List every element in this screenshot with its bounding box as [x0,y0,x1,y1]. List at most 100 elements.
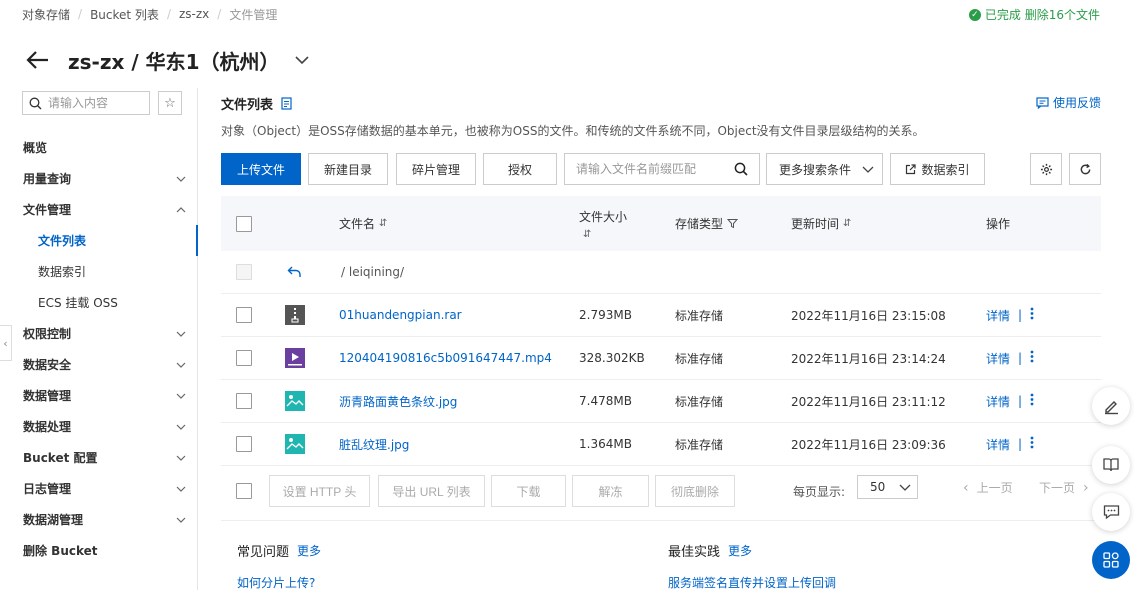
authorize-button[interactable]: 授权 [483,153,557,185]
section-title: 文件列表 [221,94,292,113]
sidebar-item-permissions[interactable]: 权限控制 [0,318,198,349]
sidebar-item-usage[interactable]: 用量查询 [0,163,198,194]
sidebar-item-ecs-mount[interactable]: ECS 挂载 OSS [0,287,198,318]
document-icon[interactable] [281,97,292,110]
refresh-button[interactable] [1069,153,1101,185]
set-http-header-button[interactable]: 设置 HTTP 头 [269,475,370,507]
file-name-link[interactable]: 沥青路面黄色条纹.jpg [339,393,457,410]
detail-link[interactable]: 详情 [986,350,1010,367]
next-page-button[interactable]: 下一页 › [1039,479,1089,496]
file-name-link[interactable]: 120404190816c5b091647447.mp4 [339,351,552,365]
apps-float-button[interactable] [1092,541,1130,579]
bulk-action-bar: 设置 HTTP 头 导出 URL 列表 下载 解冻 彻底删除 每页显示: 50 … [221,475,1101,507]
signed-upload-callback-link[interactable]: 服务端签名直传并设置上传回调 [668,574,836,590]
row-checkbox[interactable] [236,436,252,452]
sidebar-item-label: 数据安全 [23,358,72,372]
download-button[interactable]: 下载 [491,475,566,507]
sidebar-item-bucket-config[interactable]: Bucket 配置 [0,442,198,473]
file-table: 文件名 ⇵ 文件大小 ⇵ 存储类型 更新时间 ⇵ 操作 / leiqining/… [221,196,1101,466]
restore-button[interactable]: 解冻 [572,475,649,507]
detail-link[interactable]: 详情 [986,307,1010,324]
sidebar-item-file-list[interactable]: 文件列表 [0,225,198,256]
sidebar-search-input[interactable] [48,96,146,110]
export-url-list-button[interactable]: 导出 URL 列表 [378,475,485,507]
sidebar-item-data-index[interactable]: 数据索引 [0,256,198,287]
chevron-down-icon [176,515,186,525]
sort-icon: ⇵ [379,218,388,229]
book-icon [1103,458,1119,472]
storage-type: 标准存储 [675,394,724,409]
file-search [564,153,760,185]
row-checkbox [236,264,252,280]
favorite-star-icon[interactable]: ☆ [158,91,182,115]
new-directory-button[interactable]: 新建目录 [308,153,388,185]
edit-float-button[interactable] [1092,387,1130,425]
archive-icon [285,305,305,325]
chevron-down-icon [176,484,186,494]
description-text: 对象（Object）是OSS存储数据的基本单元，也被称为OSS的文件。和传统的文… [221,124,925,138]
page-header: zs-zx / 华东1（杭州） [24,44,310,76]
back-arrow-icon[interactable] [24,46,52,74]
feedback-link[interactable]: 使用反馈 [1036,94,1101,111]
task-status[interactable]: ✓ 已完成 删除16个文件 [968,6,1100,23]
sort-icon: ⇵ [583,228,592,240]
more-actions-icon[interactable] [1030,350,1034,366]
action-separator: | [1018,394,1023,408]
per-page-select[interactable]: 50 [857,475,918,499]
row-checkbox[interactable] [236,307,252,323]
more-actions-icon[interactable] [1030,393,1034,409]
select-all-checkbox[interactable] [236,215,252,232]
column-header-name[interactable]: 文件名 ⇵ [339,196,387,251]
upload-file-button[interactable]: 上传文件 [221,153,301,185]
row-checkbox[interactable] [236,393,252,409]
per-page-label: 每页显示: [793,485,846,499]
file-name-link[interactable]: 脏乱纹理.jpg [339,436,409,453]
more-search-conditions-select[interactable]: 更多搜索条件 [766,153,883,185]
breadcrumb-object-storage[interactable]: 对象存储 [22,6,70,23]
file-name-link[interactable]: 01huandengpian.rar [339,308,462,322]
sidebar-item-overview[interactable]: 概览 [0,132,198,163]
common-questions-title: 常见问题 [237,545,290,560]
chevron-down-icon [176,391,186,401]
common-questions-more-link[interactable]: 更多 [297,542,321,559]
more-actions-icon[interactable] [1030,436,1034,452]
chat-float-button[interactable] [1092,493,1130,531]
breadcrumb-bucket-list[interactable]: Bucket 列表 [90,6,159,23]
sidebar-item-data-processing[interactable]: 数据处理 [0,411,198,442]
multipart-upload-link[interactable]: 如何分片上传? [237,574,321,590]
column-header-updated[interactable]: 更新时间 ⇵ [791,196,851,251]
sidebar-collapse-toggle[interactable]: ‹ [0,325,12,361]
return-icon[interactable] [287,251,302,293]
sidebar-item-delete-bucket[interactable]: 删除 Bucket [0,535,198,566]
docs-float-button[interactable] [1092,446,1130,484]
sidebar-item-label: 日志管理 [23,482,72,496]
sidebar-item-label: 删除 Bucket [23,544,98,558]
sidebar-item-data-management[interactable]: 数据管理 [0,380,198,411]
column-header-storage[interactable]: 存储类型 [675,196,739,251]
row-checkbox[interactable] [236,350,252,366]
permanent-delete-button[interactable]: 彻底删除 [655,475,735,507]
best-practices-more-link[interactable]: 更多 [728,542,752,559]
sidebar-search [22,91,150,115]
table-row-parent: / leiqining/ [221,251,1101,294]
sidebar-item-logs[interactable]: 日志管理 [0,473,198,504]
detail-link[interactable]: 详情 [986,393,1010,410]
search-icon[interactable] [723,154,759,184]
sidebar-item-data-security[interactable]: 数据安全 [0,349,198,380]
select-label: 更多搜索条件 [779,162,852,177]
bucket-switch-chevron-icon[interactable] [294,55,310,65]
sidebar-item-file-management[interactable]: 文件管理 [0,194,198,225]
data-index-button[interactable]: 数据索引 [890,153,985,185]
column-header-size[interactable]: 文件大小 ⇵ [579,196,627,251]
sidebar-item-data-lake[interactable]: 数据湖管理 [0,504,198,535]
gear-icon [1040,163,1052,175]
parent-path[interactable]: / leiqining/ [341,251,404,293]
bulk-select-checkbox[interactable] [236,483,252,499]
file-prefix-search-input[interactable] [565,154,725,184]
prev-page-button[interactable]: ‹ 上一页 [963,479,1013,496]
fragment-management-button[interactable]: 碎片管理 [396,153,476,185]
detail-link[interactable]: 详情 [986,436,1010,453]
more-actions-icon[interactable] [1030,307,1034,323]
breadcrumb-bucket[interactable]: zs-zx [179,7,209,21]
settings-button[interactable] [1030,153,1062,185]
